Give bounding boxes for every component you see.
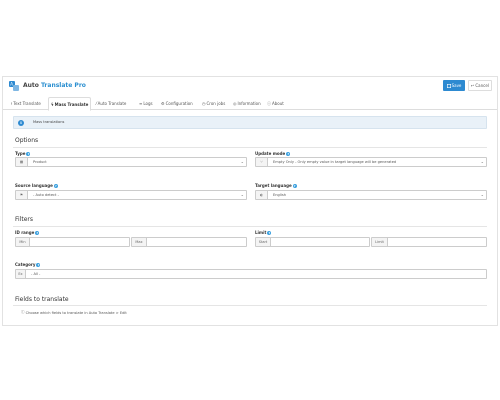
- tab-mass-translate[interactable]: ϟ Mass Translate: [48, 97, 92, 111]
- limit-count-input[interactable]: Limit: [371, 237, 487, 247]
- chevron-down-icon: ⌄: [480, 192, 484, 197]
- app-title-accent: Translate Pro: [41, 82, 86, 89]
- tab-label: Text Translate: [13, 101, 41, 106]
- tab-label: About: [272, 101, 284, 106]
- info-circle-icon: ⓘ: [267, 100, 271, 106]
- help-icon[interactable]: ?: [26, 151, 31, 156]
- category-value: - All -: [31, 272, 41, 276]
- tab-configuration[interactable]: ⚙ Configuration: [159, 98, 195, 109]
- chevron-down-icon: ⌄: [480, 159, 484, 164]
- help-icon[interactable]: ?: [267, 230, 272, 235]
- tab-label: Logs: [143, 101, 153, 106]
- source-language-select[interactable]: ⚑ - Auto detect - ⌄: [15, 190, 247, 200]
- merge-icon: ⑂: [256, 158, 268, 166]
- fields-note: ⓘ Choose which fields to translate in Au…: [21, 310, 127, 315]
- tab-bar: ⁞ Text Translate ϟ Mass Translate ⁄ Auto…: [3, 97, 497, 111]
- gear-icon: ⚙: [161, 101, 165, 106]
- target-language-label-text: Target language: [255, 183, 292, 188]
- tab-label: Information: [237, 101, 261, 106]
- fields-note-text: Choose which fields to translate in Auto…: [25, 310, 127, 315]
- info-icon: i: [18, 119, 24, 126]
- min-addon: Min: [16, 238, 30, 246]
- update-mode-label-text: Update mode: [255, 151, 286, 156]
- translate-logo-icon: A: [9, 81, 19, 91]
- limit-start-input[interactable]: Start: [255, 237, 370, 247]
- category-addon: Ex: [16, 270, 26, 278]
- tab-cron-jobs[interactable]: ◷ Cron jobs: [200, 98, 227, 109]
- source-language-label-text: Source language: [15, 183, 53, 188]
- tab-label: Auto Translate: [97, 101, 127, 106]
- id-min-input[interactable]: Min: [15, 237, 130, 247]
- limit-addon: Limit: [372, 238, 388, 246]
- tab-auto-translate[interactable]: ⁄ Auto Translate: [94, 98, 128, 109]
- app-title: Auto Translate Pro: [23, 82, 86, 89]
- info-icon-box: i: [14, 117, 28, 128]
- help-icon[interactable]: ?: [35, 230, 40, 235]
- help-icon[interactable]: ?: [36, 262, 41, 267]
- category-label: Category ?: [15, 262, 41, 267]
- update-mode-select[interactable]: ⑂ Empty Only - Only empty value in targe…: [255, 157, 487, 167]
- id-max-input[interactable]: Max: [131, 237, 247, 247]
- options-title: Options: [15, 137, 39, 144]
- save-label: Save: [451, 83, 462, 88]
- wand-icon: ⁄: [96, 101, 97, 106]
- source-language-label: Source language ?: [15, 183, 58, 188]
- update-mode-value: Empty Only - Only empty value in target …: [273, 160, 397, 164]
- start-addon: Start: [256, 238, 271, 246]
- fields-divider: [13, 305, 487, 306]
- cancel-label: Cancel: [475, 83, 489, 88]
- app-title-plain: Auto: [23, 82, 39, 89]
- filters-divider: [13, 226, 487, 227]
- svg-text:A: A: [10, 82, 13, 87]
- clock-icon: ◷: [202, 101, 206, 106]
- save-button[interactable]: Save: [443, 80, 465, 91]
- tab-about[interactable]: ⓘ About: [265, 98, 286, 109]
- id-range-label: ID range ?: [15, 230, 40, 235]
- target-language-value: English: [273, 193, 286, 197]
- type-select[interactable]: ▦ Product ⌄: [15, 157, 247, 167]
- tab-logs[interactable]: ≡ Logs: [137, 98, 155, 109]
- id-range-label-text: ID range: [15, 230, 35, 235]
- save-icon: [446, 83, 451, 88]
- limit-label: Limit ?: [255, 230, 272, 235]
- type-value: Product: [33, 160, 47, 164]
- update-mode-label: Update mode ?: [255, 151, 291, 156]
- help-icon[interactable]: ?: [53, 183, 58, 188]
- header: A Auto Translate Pro Save ↩ Cancel: [3, 77, 497, 95]
- cancel-icon: ↩: [471, 83, 475, 88]
- target-language-select[interactable]: ◐ English ⌄: [255, 190, 487, 200]
- info-alert: i Mass translations: [13, 116, 487, 129]
- tab-text-translate[interactable]: ⁞ Text Translate: [9, 98, 43, 109]
- grid-icon: ▦: [16, 158, 28, 166]
- info-icon: ⓘ: [21, 310, 25, 314]
- help-icon[interactable]: ?: [286, 151, 291, 156]
- chevron-down-icon: ⌄: [240, 159, 244, 164]
- language-icon: ◐: [256, 191, 268, 199]
- tab-label: Cron jobs: [206, 101, 226, 106]
- type-label: Type ?: [15, 151, 31, 156]
- info-icon: ◎: [233, 101, 237, 106]
- chevron-down-icon: ⌄: [240, 192, 244, 197]
- source-language-value: - Auto detect -: [33, 193, 59, 197]
- main-panel: A Auto Translate Pro Save ↩ Cancel ⁞ Tex…: [2, 76, 498, 326]
- list-icon: ≡: [139, 101, 143, 106]
- target-language-label: Target language ?: [255, 183, 297, 188]
- tab-label: Mass Translate: [54, 101, 89, 107]
- max-addon: Max: [132, 238, 147, 246]
- category-select[interactable]: Ex - All -: [15, 269, 487, 279]
- category-label-text: Category: [15, 262, 36, 267]
- options-divider: [13, 147, 487, 148]
- info-text: Mass translations: [33, 120, 65, 124]
- flag-icon: ⚑: [16, 191, 28, 199]
- filters-title: Filters: [15, 216, 33, 223]
- tab-label: Configuration: [165, 101, 193, 106]
- fields-to-translate-title: Fields to translate: [15, 296, 69, 303]
- tab-information[interactable]: ◎ Information: [231, 98, 263, 109]
- limit-label-text: Limit: [255, 230, 267, 235]
- bolt-icon: ϟ: [51, 101, 54, 107]
- help-icon[interactable]: ?: [292, 183, 297, 188]
- cancel-button[interactable]: ↩ Cancel: [468, 80, 492, 91]
- type-label-text: Type: [15, 151, 26, 156]
